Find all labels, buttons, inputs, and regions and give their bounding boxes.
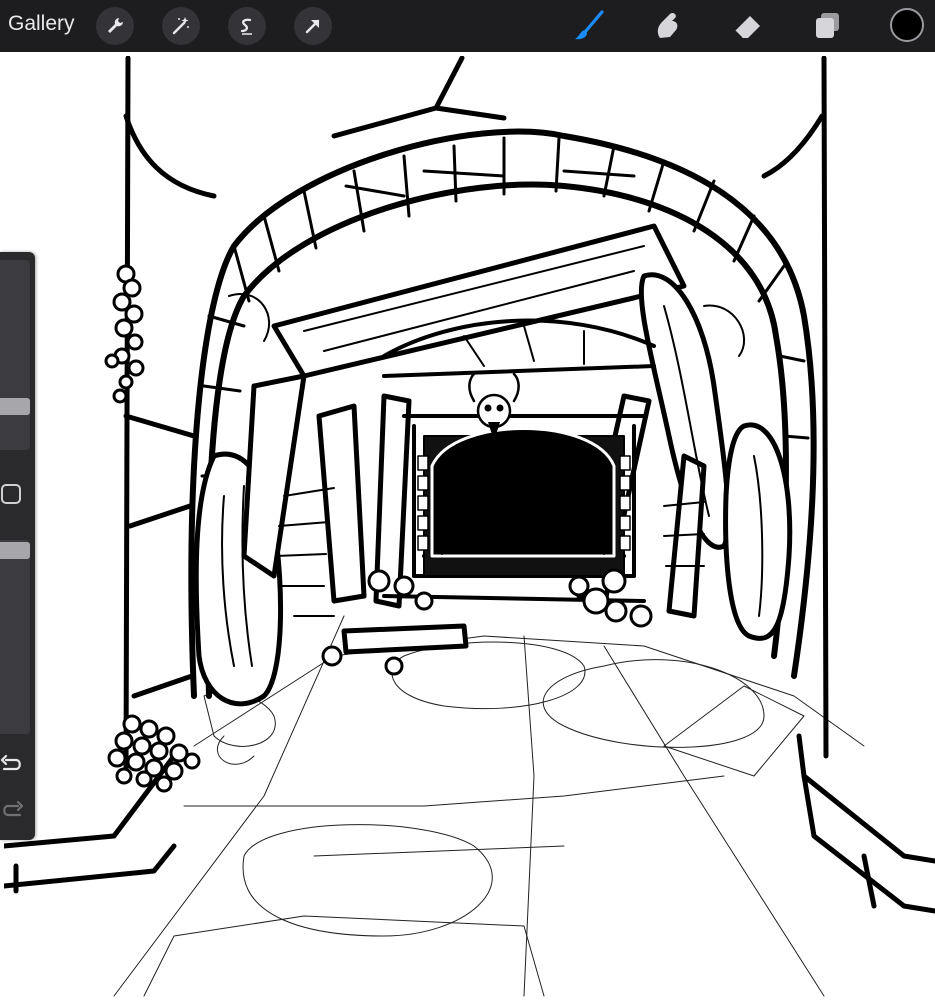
eraser-tool[interactable] <box>730 8 766 44</box>
brush-size-slider[interactable] <box>0 260 30 450</box>
transform-arrow-icon <box>305 19 320 34</box>
smudge-tool[interactable] <box>650 8 686 44</box>
brush-sidebar <box>0 252 35 840</box>
redo-arrow-icon <box>3 800 24 817</box>
undo-arrow-icon <box>0 754 21 771</box>
opacity-thumb[interactable] <box>0 542 30 559</box>
gallery-button[interactable]: Gallery <box>8 12 75 36</box>
brush-icon <box>575 10 604 40</box>
brush-size-thumb[interactable] <box>0 398 30 415</box>
undo-button[interactable] <box>0 752 24 776</box>
brush-tool[interactable] <box>572 8 608 44</box>
actions-button[interactable] <box>96 7 134 45</box>
drawing-canvas[interactable] <box>4 56 935 1000</box>
adjustments-button[interactable] <box>162 7 200 45</box>
transform-button[interactable] <box>294 7 332 45</box>
magic-wand-icon <box>172 17 189 35</box>
selection-button[interactable] <box>228 7 266 45</box>
eraser-icon <box>734 16 760 39</box>
opacity-slider[interactable] <box>0 540 30 734</box>
redo-button[interactable] <box>0 798 24 822</box>
modify-button[interactable] <box>1 484 21 504</box>
top-toolbar: Gallery <box>0 0 935 52</box>
wrench-icon <box>108 18 123 33</box>
color-picker-button[interactable] <box>890 8 924 42</box>
layers-icon <box>816 13 839 38</box>
smudge-finger-icon <box>657 12 678 38</box>
layers-button[interactable] <box>810 8 846 44</box>
ink-drawing-artwork <box>4 56 935 997</box>
selection-icon <box>240 18 252 35</box>
